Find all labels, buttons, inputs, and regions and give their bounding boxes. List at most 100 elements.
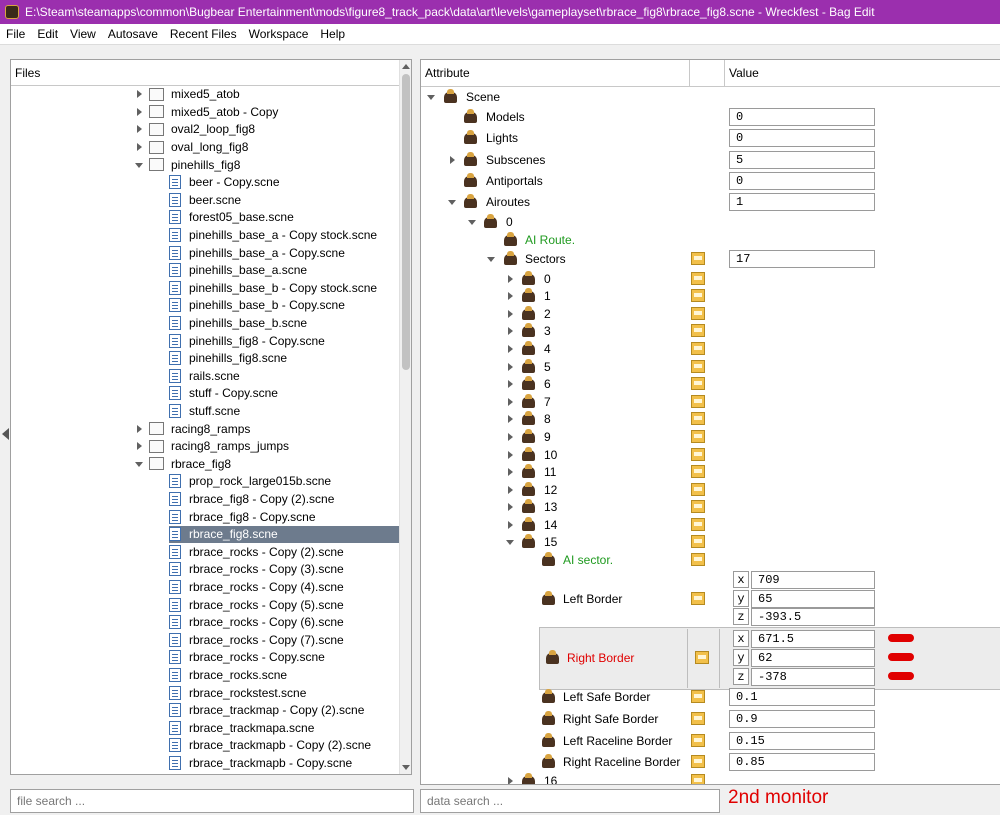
scroll-down-icon[interactable] <box>402 765 410 770</box>
file-item[interactable]: rbrace_trackmap - Copy (2).scne <box>169 702 399 720</box>
folder-item[interactable]: oval2_loop_fig8 <box>135 121 399 139</box>
folder-item[interactable]: racing8_ramps <box>135 420 399 438</box>
menu-file[interactable]: File <box>0 27 31 41</box>
file-item[interactable]: rbrace_rocks - Copy (4).scne <box>169 578 399 596</box>
file-item[interactable]: pinehills_base_a - Copy.scne <box>169 244 399 262</box>
collapse-arrow-icon[interactable] <box>448 156 456 164</box>
file-item[interactable]: forest05_base.scne <box>169 209 399 227</box>
value-field[interactable]: 62 <box>751 649 875 667</box>
collapse-arrow-icon[interactable] <box>506 380 514 388</box>
attribute-row[interactable] <box>421 687 1000 709</box>
save-icon[interactable] <box>695 651 709 664</box>
menu-autosave[interactable]: Autosave <box>102 27 164 41</box>
value-field[interactable]: 0.1 <box>729 688 875 706</box>
file-item[interactable]: pinehills_base_b.scne <box>169 314 399 332</box>
save-icon[interactable] <box>691 690 705 703</box>
file-item[interactable]: pinehills_base_a.scne <box>169 262 399 280</box>
scroll-up-icon[interactable] <box>402 64 410 69</box>
file-item[interactable]: pinehills_fig8 - Copy.scne <box>169 332 399 350</box>
collapse-arrow-icon[interactable] <box>506 503 514 511</box>
collapse-arrow-icon[interactable] <box>506 310 514 318</box>
save-icon[interactable] <box>691 592 705 605</box>
value-field[interactable]: 5 <box>729 151 875 169</box>
save-icon[interactable] <box>691 395 705 408</box>
save-icon[interactable] <box>691 377 705 390</box>
file-item[interactable]: rbrace_trackmapb - Copy.scne <box>169 754 399 772</box>
collapse-arrow-icon[interactable] <box>135 442 143 451</box>
file-item[interactable]: pinehills_base_a - Copy stock.scne <box>169 226 399 244</box>
value-field[interactable]: 0 <box>729 129 875 147</box>
file-item[interactable]: rbrace_trackmapa.scne <box>169 719 399 737</box>
value-field[interactable]: 0.15 <box>729 732 875 750</box>
save-icon[interactable] <box>691 518 705 531</box>
collapse-arrow-icon[interactable] <box>135 107 143 116</box>
collapse-arrow-icon[interactable] <box>135 424 143 433</box>
attribute-column-header[interactable]: Attribute <box>421 60 690 86</box>
save-icon[interactable] <box>691 289 705 302</box>
save-icon[interactable] <box>691 535 705 548</box>
scroll-thumb[interactable] <box>402 74 410 370</box>
file-item[interactable]: pinehills_base_b - Copy stock.scne <box>169 279 399 297</box>
data-search-input[interactable] <box>420 789 720 813</box>
attribute-row[interactable] <box>421 87 1000 109</box>
menu-help[interactable]: Help <box>314 27 351 41</box>
save-icon[interactable] <box>691 712 705 725</box>
collapse-arrow-icon[interactable] <box>506 468 514 476</box>
file-item[interactable]: rbrace_trackmapb.scne <box>169 772 399 774</box>
file-item[interactable]: rbrace_rocks - Copy (2).scne <box>169 543 399 561</box>
value-field[interactable]: -393.5 <box>751 608 875 626</box>
file-item[interactable]: pinehills_fig8.scne <box>169 350 399 368</box>
collapse-arrow-icon[interactable] <box>506 521 514 529</box>
save-icon[interactable] <box>691 430 705 443</box>
menu-recent-files[interactable]: Recent Files <box>164 27 243 41</box>
file-item[interactable]: rbrace_rocks - Copy.scne <box>169 649 399 667</box>
collapse-arrow-icon[interactable] <box>506 292 514 300</box>
save-icon[interactable] <box>691 553 705 566</box>
value-field[interactable]: 709 <box>751 571 875 589</box>
save-icon[interactable] <box>691 252 705 265</box>
collapse-arrow-icon[interactable] <box>506 486 514 494</box>
save-icon[interactable] <box>691 307 705 320</box>
expand-arrow-icon[interactable] <box>468 218 476 226</box>
save-icon[interactable] <box>691 734 705 747</box>
save-icon[interactable] <box>691 500 705 513</box>
expand-arrow-icon[interactable] <box>135 460 143 468</box>
folder-item[interactable]: mixed5_atob - Copy <box>135 103 399 121</box>
file-item[interactable]: rails.scne <box>169 367 399 385</box>
menu-workspace[interactable]: Workspace <box>243 27 315 41</box>
expand-arrow-icon[interactable] <box>135 161 143 169</box>
folder-item[interactable]: mixed5_atob <box>135 86 399 103</box>
value-column-header[interactable]: Value <box>725 60 1000 86</box>
file-item[interactable]: stuff - Copy.scne <box>169 385 399 403</box>
menu-edit[interactable]: Edit <box>31 27 64 41</box>
file-item[interactable]: rbrace_rocks - Copy (5).scne <box>169 596 399 614</box>
attribute-row[interactable] <box>421 731 1000 753</box>
collapse-arrow-icon[interactable] <box>506 327 514 335</box>
save-column-header[interactable] <box>690 60 725 86</box>
attribute-row[interactable] <box>421 709 1000 731</box>
file-item[interactable]: prop_rock_large015b.scne <box>169 473 399 491</box>
file-item[interactable]: beer.scne <box>169 191 399 209</box>
file-item[interactable]: stuff.scne <box>169 402 399 420</box>
save-icon[interactable] <box>691 755 705 768</box>
collapse-panel-arrow-icon[interactable] <box>2 428 9 440</box>
value-field[interactable]: 0 <box>729 108 875 126</box>
collapse-arrow-icon[interactable] <box>135 143 143 152</box>
collapse-arrow-icon[interactable] <box>506 275 514 283</box>
file-item[interactable]: rbrace_rocks.scne <box>169 666 399 684</box>
attribute-row[interactable] <box>421 752 1000 774</box>
value-field[interactable]: 1 <box>729 193 875 211</box>
value-field[interactable]: 0.9 <box>729 710 875 728</box>
folder-item[interactable]: rbrace_fig8 <box>135 455 399 473</box>
value-field[interactable]: 17 <box>729 250 875 268</box>
file-item[interactable]: pinehills_base_b - Copy.scne <box>169 297 399 315</box>
expand-arrow-icon[interactable] <box>448 198 456 206</box>
collapse-arrow-icon[interactable] <box>135 125 143 134</box>
file-item[interactable]: rbrace_rocks - Copy (3).scne <box>169 561 399 579</box>
collapse-arrow-icon[interactable] <box>506 777 514 784</box>
save-icon[interactable] <box>691 465 705 478</box>
file-item[interactable]: rbrace_fig8.scne <box>169 525 399 544</box>
value-field[interactable]: 0.85 <box>729 753 875 771</box>
file-search-input[interactable] <box>10 789 414 813</box>
save-icon[interactable] <box>691 342 705 355</box>
